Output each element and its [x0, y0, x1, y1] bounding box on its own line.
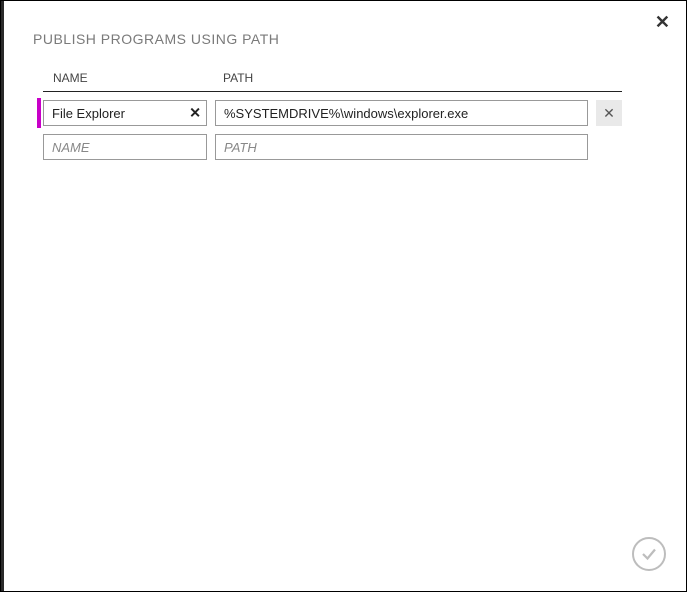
path-cell: [215, 134, 588, 160]
header-path: PATH: [221, 71, 622, 85]
row-action-spacer: [596, 134, 622, 160]
table-row: ✕ ✕: [43, 100, 622, 126]
confirm-button[interactable]: [632, 537, 666, 571]
header-name: NAME: [43, 71, 211, 85]
checkmark-icon: [640, 545, 658, 563]
path-input[interactable]: [215, 100, 588, 126]
remove-row-button[interactable]: ✕: [596, 100, 622, 126]
name-cell: [43, 134, 207, 160]
name-cell: ✕: [43, 100, 207, 126]
name-input-empty[interactable]: [43, 134, 207, 160]
programs-grid: NAME PATH ✕ ✕: [43, 71, 622, 168]
left-edge-decoration: [1, 1, 4, 591]
close-icon: ✕: [655, 12, 670, 32]
column-headers: NAME PATH: [43, 71, 622, 85]
table-row: [43, 134, 622, 160]
path-cell: [215, 100, 588, 126]
publish-programs-dialog: ✕ PUBLISH PROGRAMS USING PATH NAME PATH …: [0, 0, 687, 592]
path-input-empty[interactable]: [215, 134, 588, 160]
name-input[interactable]: [43, 100, 207, 126]
clear-input-icon[interactable]: ✕: [189, 105, 201, 122]
header-rule: [43, 91, 622, 92]
close-button[interactable]: ✕: [655, 13, 670, 31]
dialog-title: PUBLISH PROGRAMS USING PATH: [33, 31, 279, 47]
remove-icon: ✕: [603, 105, 615, 122]
